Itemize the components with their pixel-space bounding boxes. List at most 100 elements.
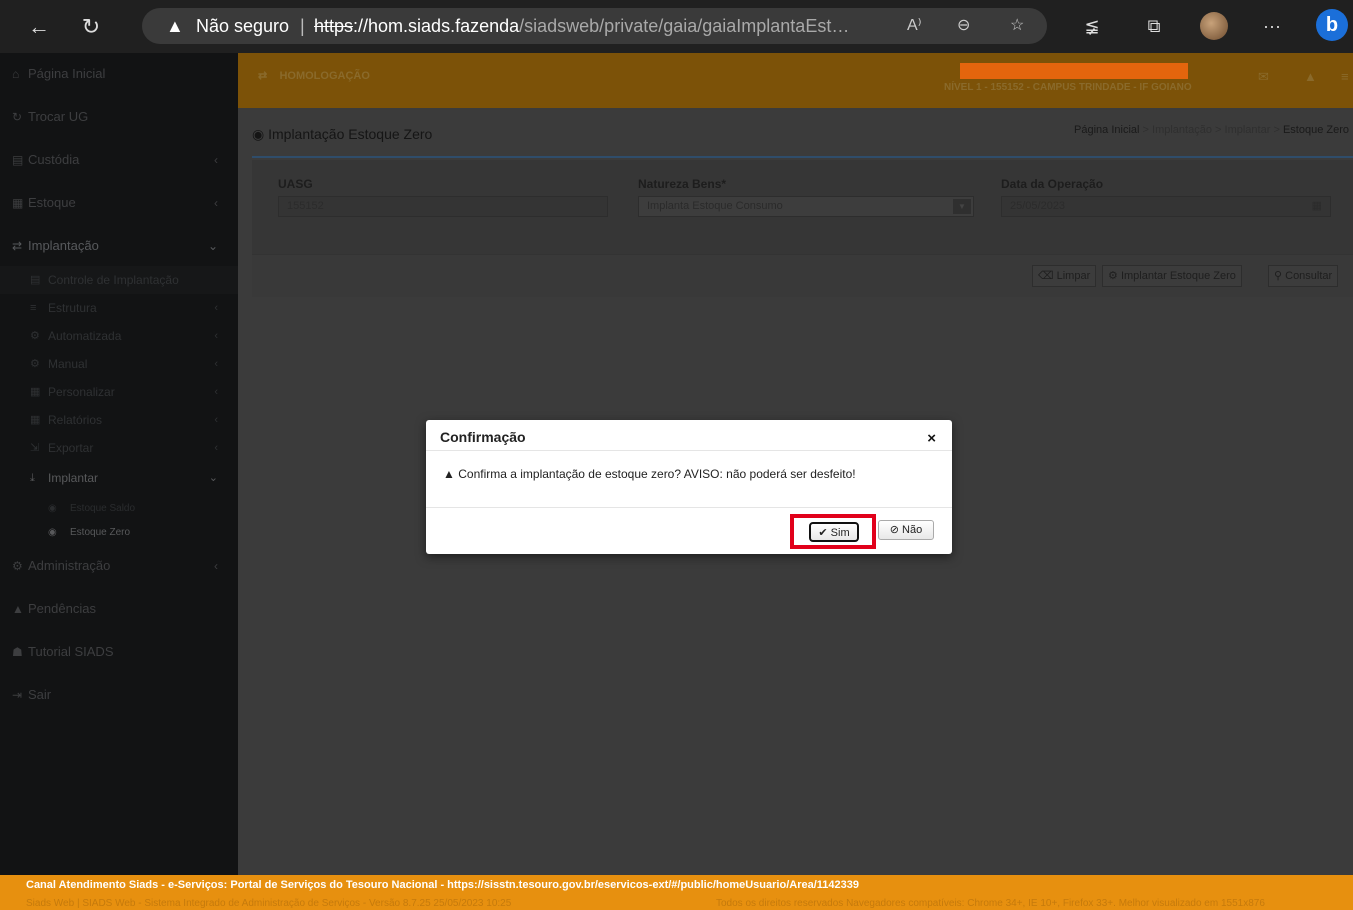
bing-icon[interactable]: b [1316, 9, 1348, 41]
profile-avatar[interactable] [1200, 12, 1228, 40]
breadcrumb-implantar[interactable]: Implantar [1225, 124, 1271, 136]
exchange-icon[interactable]: ⇄ [258, 70, 267, 82]
footer-rights: Todos os direitos reservados Navegadores… [716, 898, 1265, 909]
sidebar-item-tutorial[interactable]: ☗ Tutorial SIADS [0, 631, 238, 673]
sidebar-sub-label: Exportar [48, 441, 94, 455]
limpar-label: Limpar [1056, 270, 1091, 282]
sidebar-sub-estrutura[interactable]: ≡ Estrutura ‹ [0, 294, 238, 322]
dialog-title: Confirmação [440, 429, 526, 445]
sidebar-sub-label: Estrutura [48, 301, 97, 315]
back-icon[interactable]: ← [22, 10, 56, 44]
warning-icon: ▲ [443, 467, 455, 481]
export-icon: ⇲ [30, 442, 40, 454]
sidebar-sub-label: Manual [48, 357, 88, 371]
limpar-button[interactable]: ⌫ Limpar [1032, 265, 1097, 287]
address-bar[interactable]: ▲ Não seguro | https://hom.siads.fazenda… [142, 8, 1047, 44]
sidebar-sub-exportar[interactable]: ⇲ Exportar ‹ [0, 434, 238, 462]
search-icon: ⚲ [1274, 270, 1283, 282]
footer-support-link[interactable]: Canal Atendimento Siads - e-Serviços: Po… [26, 879, 859, 891]
read-aloud-icon[interactable]: A⁾ [907, 8, 922, 44]
environment-text: HOMOLOGAÇÃO [279, 70, 370, 82]
table-icon: ▦ [30, 414, 41, 426]
favorite-icon[interactable]: ☆ [1010, 8, 1024, 44]
collections-icon[interactable]: ⧉ [1140, 12, 1168, 40]
nao-button[interactable]: ⊘ Não [878, 520, 934, 540]
gears-icon: ⚙ [12, 559, 23, 573]
divider [426, 450, 952, 451]
chevron-left-icon: ‹ [214, 442, 218, 454]
address-separator: | [300, 16, 305, 36]
circle-icon: ◉ [48, 503, 57, 514]
warning-icon[interactable]: ▲ [166, 8, 184, 44]
graduation-cap-icon: ☗ [12, 645, 23, 659]
sidebar-item-label: Implantação [28, 238, 99, 253]
close-icon[interactable]: × [927, 430, 936, 447]
dialog-message: ▲ Confirma a implantação de estoque zero… [443, 467, 856, 481]
sidebar-item-label: Trocar UG [28, 109, 89, 124]
refresh-icon: ↻ [12, 110, 23, 124]
calendar-icon[interactable]: ▦ [1312, 197, 1322, 216]
sidebar-item-label: Estoque [28, 195, 76, 210]
eraser-icon: ⌫ [1038, 270, 1054, 282]
breadcrumb-implantacao[interactable]: Implantação [1152, 124, 1212, 136]
menu-icon[interactable]: ≡ [1341, 69, 1349, 84]
chevron-left-icon: ‹ [214, 330, 218, 342]
chevron-left-icon: ‹ [214, 358, 218, 370]
data-operacao-value: 25/05/2023 [1010, 200, 1066, 212]
favorites-bar-icon[interactable]: ≨ [1078, 12, 1106, 40]
page-title-text: Implantação Estoque Zero [268, 126, 433, 142]
sidebar-sub-personalizar[interactable]: ▦ Personalizar ‹ [0, 378, 238, 406]
confirmation-dialog: Confirmação × ▲ Confirma a implantação d… [426, 420, 952, 554]
chevron-left-icon: ‹ [214, 414, 218, 426]
sidebar-sub-manual[interactable]: ⚙ Manual ‹ [0, 350, 238, 378]
refresh-icon[interactable]: ↻ [74, 10, 108, 44]
sidebar-sub-controle-implantacao[interactable]: ▤ Controle de Implantação [0, 266, 238, 294]
sidebar-item-custodia[interactable]: ▤ Custódia ‹ [0, 139, 238, 181]
table-icon: ▦ [12, 196, 24, 210]
sidebar-sub-label: Relatórios [48, 413, 103, 427]
zoom-icon[interactable]: ⊖ [957, 8, 970, 44]
sidebar-sub-automatizada[interactable]: ⚙ Automatizada ‹ [0, 322, 238, 350]
page-title: ◉ Implantação Estoque Zero [252, 126, 432, 143]
natureza-select[interactable]: Implanta Estoque Consumo ▼ [638, 196, 974, 217]
home-icon: ⌂ [12, 67, 20, 81]
footer: Canal Atendimento Siads - e-Serviços: Po… [0, 875, 1353, 910]
sidebar-subsub-estoque-zero[interactable]: ◉ Estoque Zero [0, 520, 238, 546]
uasg-field: 155152 [278, 196, 608, 217]
sidebar-item-label: Pendências [28, 601, 96, 616]
url-scheme: https [314, 16, 354, 36]
mail-icon[interactable]: ✉ [1258, 69, 1269, 85]
sidebar-item-pagina-inicial[interactable]: ⌂ Página Inicial [0, 53, 238, 95]
chevron-left-icon: ‹ [214, 196, 218, 210]
sidebar-item-trocar-ug[interactable]: ↻ Trocar UG [0, 96, 238, 138]
consultar-label: Consultar [1285, 270, 1333, 282]
sidebar-subsub-label: Estoque Saldo [70, 503, 136, 514]
list-icon: ▤ [30, 274, 41, 286]
consultar-button[interactable]: ⚲ Consultar [1268, 265, 1339, 287]
sidebar-sub-relatorios[interactable]: ▦ Relatórios ‹ [0, 406, 238, 434]
chevron-left-icon: ‹ [214, 153, 218, 167]
breadcrumb-home[interactable]: Página Inicial [1074, 124, 1139, 136]
sidebar-item-estoque[interactable]: ▦ Estoque ‹ [0, 182, 238, 224]
chevron-down-icon: ⌄ [208, 472, 218, 484]
sim-button[interactable]: ✔ Sim [809, 522, 859, 542]
app-header: ⇄ HOMOLOGAÇÃO NÍVEL 1 - 155152 - CAMPUS … [238, 53, 1353, 108]
url-path: /siadsweb/private/gaia/gaiaImplantaEst… [519, 16, 850, 36]
sidebar-subsub-estoque-saldo[interactable]: ◉ Estoque Saldo [0, 496, 238, 522]
implantar-estoque-zero-button[interactable]: ⚙ Implantar Estoque Zero [1102, 265, 1242, 287]
sidebar-item-administracao[interactable]: ⚙ Administração ‹ [0, 545, 238, 587]
more-icon[interactable]: ··· [1258, 12, 1286, 40]
unit-level-label: NÍVEL 1 - 155152 - CAMPUS TRINDADE - IF … [944, 82, 1192, 93]
gear-icon: ⚙ [1108, 270, 1118, 282]
sidebar-item-pendencias[interactable]: ▲ Pendências [0, 588, 238, 630]
security-label[interactable]: Não seguro [196, 8, 289, 44]
breadcrumb-sep: > [1142, 124, 1149, 136]
url-text[interactable]: https://hom.siads.fazenda/siadsweb/priva… [314, 8, 849, 44]
data-operacao-label: Data da Operação [1001, 177, 1104, 191]
sidebar-sub-implantar[interactable]: ⤓ Implantar ⌄ [0, 464, 238, 492]
alert-icon[interactable]: ▲ [1304, 69, 1317, 84]
sidebar-item-implantacao[interactable]: ⇄ Implantação ⌄ [0, 225, 238, 267]
sidebar-item-sair[interactable]: ⇥ Sair [0, 674, 238, 716]
page-header: ◉ Implantação Estoque Zero Página Inicia… [252, 120, 1353, 158]
gear-icon: ⚙ [30, 330, 40, 342]
